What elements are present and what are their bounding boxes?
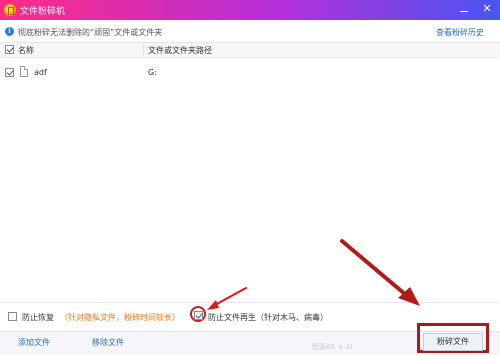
shredder-app-icon <box>4 4 16 16</box>
column-path-header[interactable]: 文件或文件夹路径 <box>148 45 212 56</box>
column-name-header[interactable]: 名称 <box>18 45 34 56</box>
close-button[interactable]: ✕ <box>478 1 496 17</box>
prevent-regeneration-label[interactable]: 防止文件再生（针对木马、病毒） <box>208 312 328 323</box>
prevent-recovery-hint: （针对隐私文件，粉碎时间较长） <box>60 313 180 322</box>
prevent-regeneration-checkbox[interactable] <box>194 311 203 320</box>
table-row[interactable]: adf G: <box>0 64 500 80</box>
info-icon: i <box>5 27 14 36</box>
file-icon <box>20 66 28 77</box>
view-history-link[interactable]: 查看粉碎历史 <box>436 27 484 38</box>
prevent-recovery-checkbox[interactable] <box>8 312 17 321</box>
add-file-button[interactable]: 添加文件 <box>18 337 50 348</box>
window-title: 文件粉碎机 <box>20 7 66 17</box>
prevent-recovery-label[interactable]: 防止恢复 <box>22 312 54 323</box>
file-name: adf <box>34 68 47 77</box>
bottom-toolbar: 添加文件 移除文件 图源Alt + Al 粉碎文件 <box>0 323 500 355</box>
row-checkbox[interactable] <box>5 68 14 77</box>
file-path: G: <box>148 68 157 77</box>
select-all-checkbox[interactable] <box>5 45 14 54</box>
title-bar: 文件粉碎机 ✕ <box>0 0 500 20</box>
info-bar: i 彻底粉碎无法删除的“顽固”文件或文件夹 查看粉碎历史 <box>0 22 500 43</box>
table-header: 名称 文件或文件夹路径 <box>0 43 500 58</box>
file-list: adf G: <box>0 58 500 301</box>
info-text: 彻底粉碎无法删除的“顽固”文件或文件夹 <box>18 28 163 37</box>
watermark-text: 图源Alt + Al <box>312 343 353 351</box>
shred-file-button[interactable]: 粉碎文件 <box>423 333 483 351</box>
minimize-button[interactable] <box>455 1 473 17</box>
column-divider <box>143 45 144 55</box>
remove-file-button[interactable]: 移除文件 <box>92 337 124 348</box>
